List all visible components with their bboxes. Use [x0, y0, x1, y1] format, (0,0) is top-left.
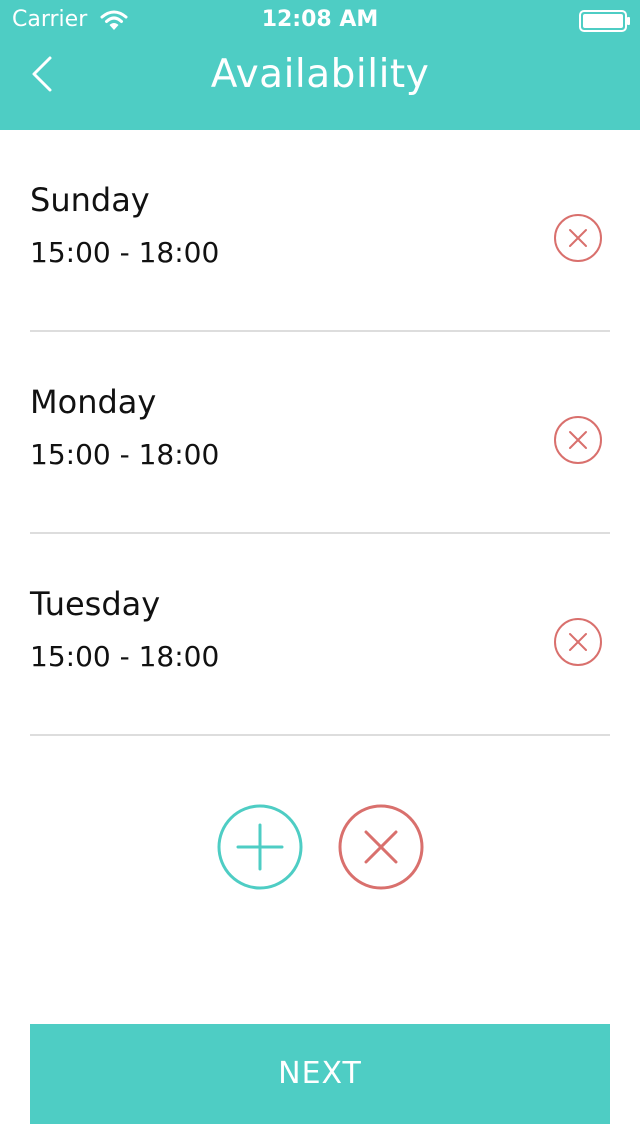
remove-row-button[interactable] [553, 617, 603, 667]
close-circle-icon [338, 804, 424, 890]
remove-row-button[interactable] [553, 213, 603, 263]
availability-row: Tuesday 15:00 - 18:00 [30, 534, 610, 736]
plus-circle-icon [217, 804, 303, 890]
battery-icon [579, 10, 630, 32]
close-circle-icon [554, 618, 602, 666]
page-title: Availability [210, 52, 430, 97]
next-button[interactable]: NEXT [30, 1024, 610, 1124]
remove-row-button[interactable] [553, 415, 603, 465]
availability-row: Sunday 15:00 - 18:00 [30, 130, 610, 332]
time-range-label: 15:00 - 18:00 [30, 640, 220, 673]
status-time: 12:08 AM [261, 7, 379, 32]
status-bar: Carrier 12:08 AM [0, 0, 640, 40]
availability-row: Monday 15:00 - 18:00 [30, 332, 610, 534]
clear-availability-button[interactable] [337, 803, 425, 891]
close-circle-icon [554, 416, 602, 464]
header: Carrier 12:08 AM Availability [0, 0, 640, 130]
add-availability-button[interactable] [216, 803, 304, 891]
close-circle-icon [554, 214, 602, 262]
time-range-label: 15:00 - 18:00 [30, 438, 220, 471]
day-label: Sunday [30, 181, 150, 219]
time-range-label: 15:00 - 18:00 [30, 236, 220, 269]
day-label: Monday [30, 383, 157, 421]
day-label: Tuesday [30, 585, 161, 623]
